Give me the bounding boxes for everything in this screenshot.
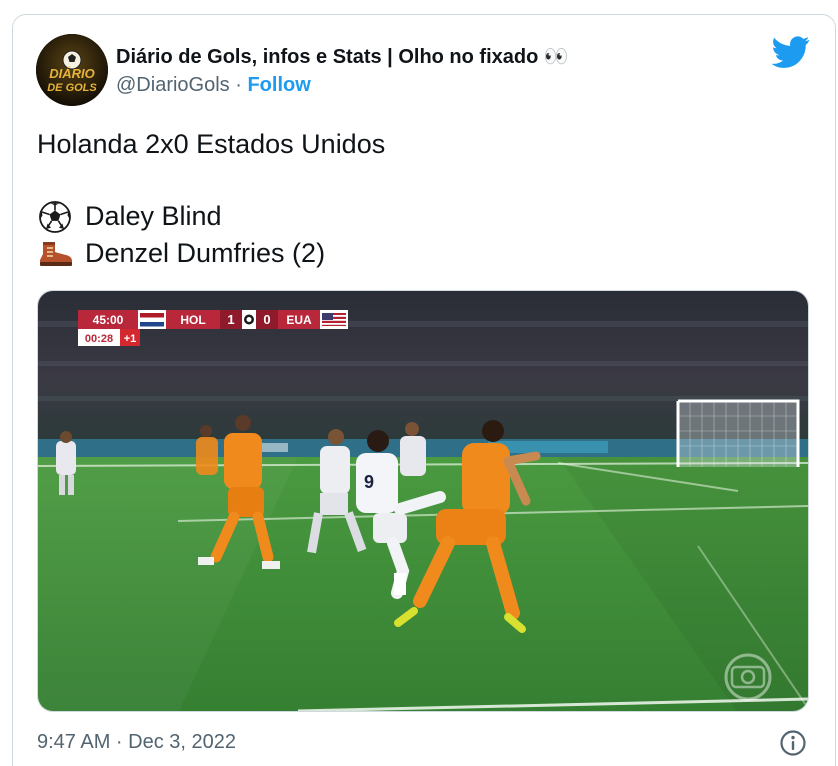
info-icon[interactable] xyxy=(779,729,807,757)
tweet-timestamp[interactable]: 9:47 AM · Dec 3, 2022 xyxy=(37,731,236,754)
goal-net xyxy=(676,399,800,467)
tweet-media-video[interactable]: 9 45:00 HOL 1 0 EUA 00:28 +1 xyxy=(37,290,809,712)
assist-line: Denzel Dumfries (2) xyxy=(37,235,385,272)
added-minutes: +1 xyxy=(124,333,137,345)
author-display-name[interactable]: Diário de Gols, infos e Stats | Olho no … xyxy=(116,44,569,69)
author-handle[interactable]: @DiarioGols xyxy=(116,74,230,96)
handle-separator: · xyxy=(235,74,242,96)
goal-scorer: Daley Blind xyxy=(85,201,222,231)
home-team-name: HOL xyxy=(180,313,205,327)
author-handle-row: @DiarioGols · Follow xyxy=(116,74,311,97)
avatar-text-bottom: DE GOLS xyxy=(47,82,97,94)
match-clock: 45:00 xyxy=(93,313,124,327)
away-team-name: EUA xyxy=(286,313,312,327)
author-avatar[interactable]: DIÁRIO DE GOLS xyxy=(36,34,108,106)
tweet-headline: Holanda 2x0 Estados Unidos xyxy=(37,129,386,159)
match-video-frame[interactable]: 9 45:00 HOL 1 0 EUA 00:28 +1 xyxy=(38,291,809,712)
avatar-text-top: DIÁRIO xyxy=(49,66,95,81)
tweet-text: Holanda 2x0 Estados Unidos Daley Blind D… xyxy=(37,126,385,272)
assist-player: Denzel Dumfries (2) xyxy=(85,238,326,268)
follow-button[interactable]: Follow xyxy=(247,74,310,96)
twitter-bird-icon[interactable] xyxy=(772,36,810,68)
added-time-clock: 00:28 xyxy=(85,333,113,345)
boot-icon xyxy=(40,241,72,266)
soccer-ball-icon xyxy=(39,200,71,233)
home-score: 1 xyxy=(227,312,234,327)
svg-text:9: 9 xyxy=(364,472,374,492)
goal-line: Daley Blind xyxy=(37,198,385,235)
avatar-logo-image: DIÁRIO DE GOLS xyxy=(36,34,108,106)
away-score: 0 xyxy=(263,312,270,327)
